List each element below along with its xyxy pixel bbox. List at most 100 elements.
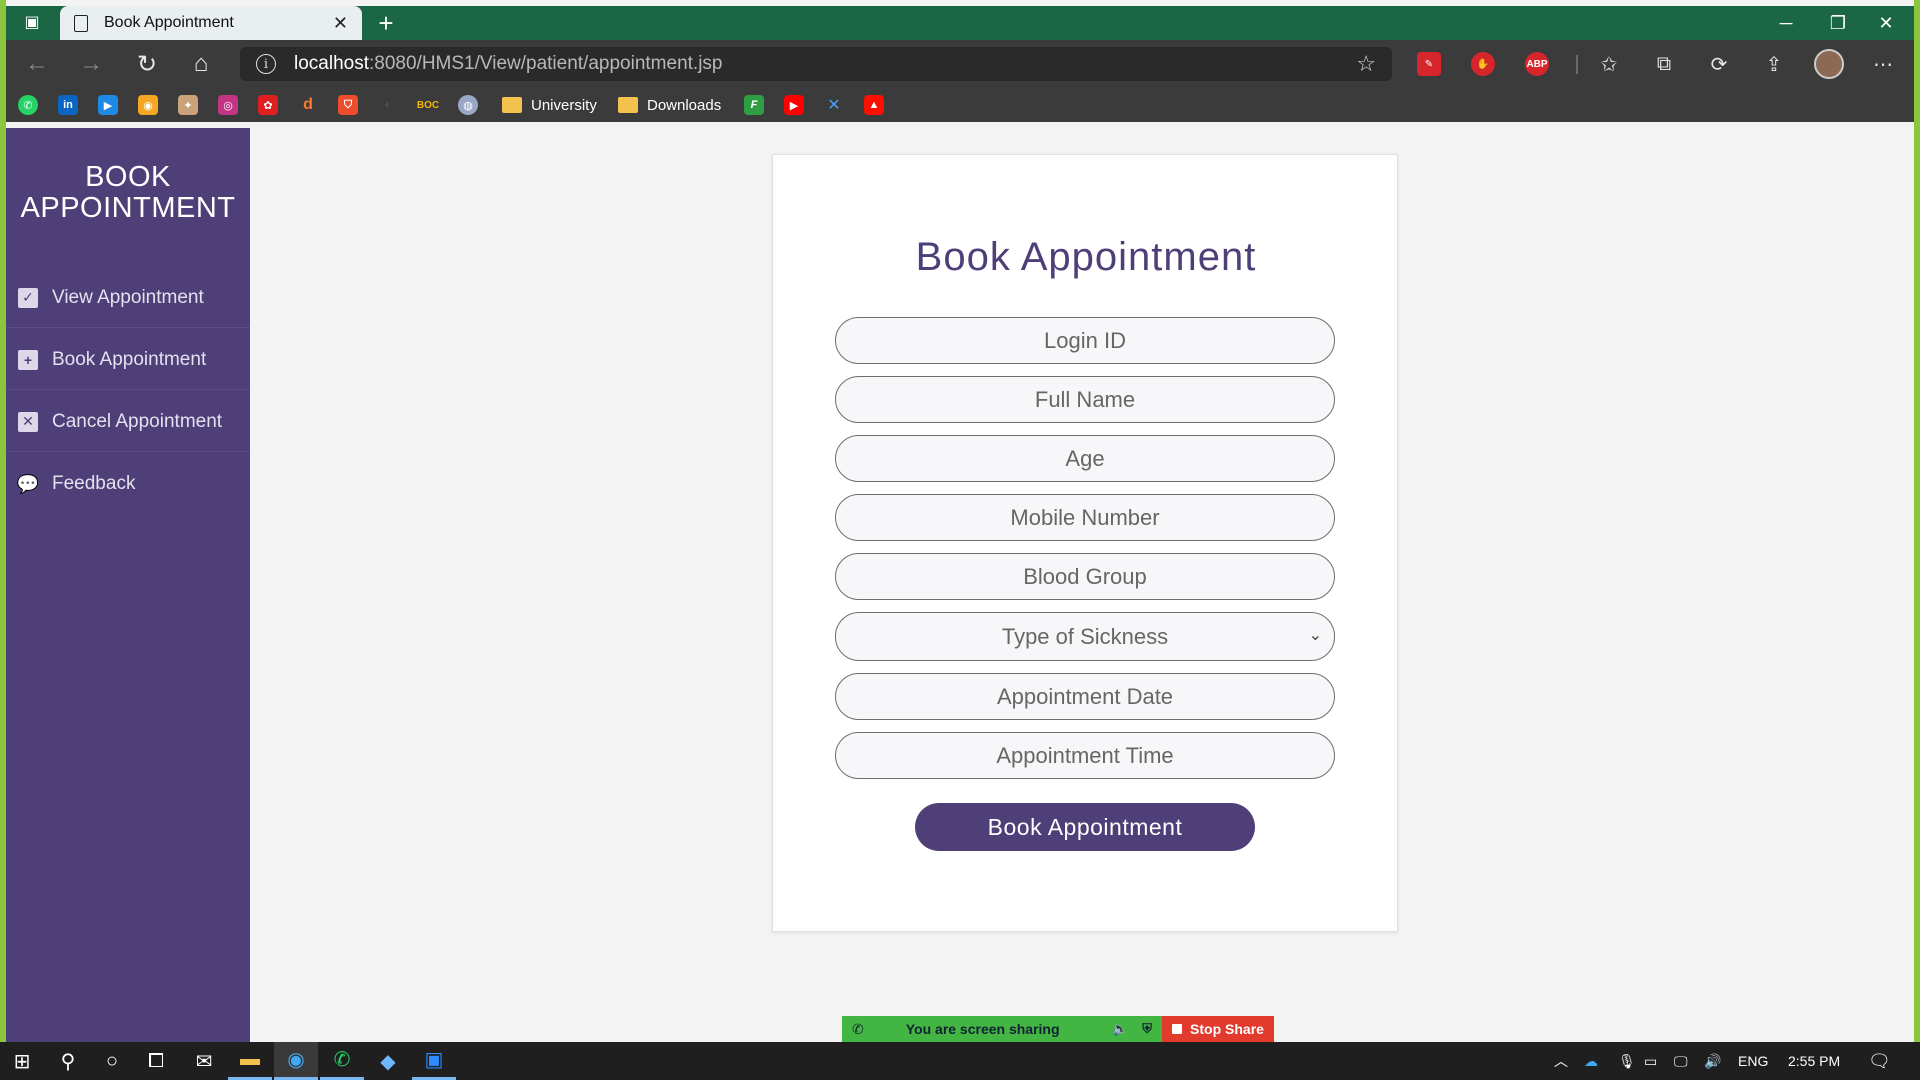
phone-icon: ✆ [852, 1020, 864, 1037]
tray-chevron-up-icon[interactable]: ︿ [1554, 1042, 1568, 1080]
video-bookmark-icon[interactable]: ▶ [98, 93, 118, 117]
youtube-bookmark-icon[interactable]: ▶ [784, 93, 804, 117]
f-bookmark-icon[interactable]: F [744, 93, 764, 117]
shop-bookmark-icon[interactable]: ⛉ [338, 93, 358, 117]
sidebar-item-view-appointment[interactable]: ✓ View Appointment [6, 268, 250, 328]
more-menu-icon[interactable]: ⋯ [1868, 50, 1898, 78]
sidebar-item-book-appointment[interactable]: + Book Appointment [6, 330, 250, 390]
sidebar-item-label: Feedback [52, 473, 136, 494]
blood-group-input[interactable] [835, 553, 1335, 600]
sickness-selected-value: Type of Sickness [1001, 623, 1169, 649]
minimize-button[interactable]: ─ [1758, 6, 1814, 40]
sidebar-item-label: View Appointment [52, 286, 204, 308]
sidebar: BOOK APPOINTMENT ✓ View Appointment + Bo… [6, 128, 250, 1042]
extension-hand-icon[interactable]: ✋ [1468, 50, 1498, 78]
edge-browser-icon[interactable]: ◉ [274, 1042, 318, 1080]
back-button[interactable]: ← [20, 48, 54, 80]
app-icon[interactable]: ✉ [182, 1042, 226, 1080]
windows-start-icon[interactable]: ⊞ [0, 1042, 44, 1080]
appointment-form-card: Book Appointment Type of Sickness ⌄ Book… [772, 154, 1398, 932]
search-icon[interactable]: ⚲ [46, 1042, 90, 1080]
forward-button[interactable]: → [74, 48, 108, 80]
globe-bookmark-icon[interactable]: ◍ [458, 93, 478, 117]
bookmark-downloads[interactable]: Downloads [618, 93, 721, 117]
clock[interactable]: 2:55 PM [1788, 1042, 1840, 1080]
share-status-text: You are screen sharing [905, 1021, 1060, 1037]
tab-book-appointment[interactable]: Book Appointment ✕ [60, 6, 362, 40]
new-tab-button[interactable]: + [371, 6, 401, 40]
adblock-icon[interactable]: ABP [1522, 50, 1552, 78]
battery-icon[interactable]: ▭ [1644, 1042, 1657, 1080]
refresh-button[interactable]: ↻ [130, 48, 164, 80]
stop-icon [1172, 1024, 1183, 1034]
page-icon [74, 14, 88, 32]
mobile-number-input[interactable] [835, 494, 1335, 541]
share-icon[interactable]: ⇪ [1759, 50, 1789, 78]
network-icon[interactable]: 🖵 [1674, 1042, 1688, 1080]
microphone-icon[interactable]: 🎙 [1618, 1042, 1636, 1080]
close-tab-icon[interactable]: ✕ [333, 13, 348, 34]
file-explorer-icon[interactable]: ▬ [228, 1042, 272, 1080]
extension-pen-icon[interactable]: ✎ [1414, 50, 1444, 78]
site-info-icon[interactable]: i [256, 54, 276, 74]
form-title: Book Appointment [915, 235, 1257, 279]
toolbar-divider: | [1574, 52, 1580, 75]
taskbar: ⊞ ⚲ ○ ⧠ ✉ ▬ ◉ ✆ ◆ ▣ ︿ ☁ 🎙 ▭ 🖵 🔊 ENG 2:55… [0, 1042, 1920, 1080]
notification-icon[interactable]: 🗨 [1868, 1042, 1891, 1080]
x-bookmark-icon[interactable]: ✕ [824, 93, 844, 117]
zoom-icon[interactable]: ▣ [412, 1042, 456, 1080]
sickness-type-select[interactable]: Type of Sickness ⌄ [835, 612, 1335, 661]
age-input[interactable] [835, 435, 1335, 482]
full-name-input[interactable] [835, 376, 1335, 423]
art-bookmark-icon[interactable]: ✦ [178, 93, 198, 117]
language-indicator[interactable]: ENG [1738, 1042, 1768, 1080]
bookmark-university[interactable]: University [502, 93, 597, 117]
share-status: ✆ You are screen sharing 🔈 ⛨ [842, 1016, 1162, 1042]
movie-bookmark-icon[interactable]: ◉ [138, 93, 158, 117]
calendar-check-icon: ✓ [18, 287, 38, 308]
profile-avatar[interactable] [1814, 49, 1844, 79]
bookmarks-bar: ✆ in ▶ ◉ ✦ ◎ ✿ d ⛉ ◐ BOC ◍ University Do… [6, 87, 1914, 122]
instagram-bookmark-icon[interactable]: ◎ [218, 93, 238, 117]
huawei-bookmark-icon[interactable]: ✿ [258, 93, 278, 117]
whatsapp-icon[interactable]: ✆ [320, 1042, 364, 1080]
address-bar[interactable]: i localhost :8080/HMS1/View/patient/appo… [240, 47, 1392, 81]
close-box-icon: ✕ [18, 411, 38, 432]
app-cube-icon[interactable]: ◆ [366, 1042, 410, 1080]
brand-line-2: APPOINTMENT [20, 192, 236, 224]
add-favorite-icon[interactable]: ☆ [1356, 51, 1376, 77]
cortana-icon[interactable]: ○ [90, 1042, 134, 1080]
task-view-icon[interactable]: ⧠ [134, 1042, 178, 1080]
speaker-icon[interactable]: 🔈 [1112, 1021, 1128, 1037]
sidebar-item-feedback[interactable]: 💬 Feedback [6, 454, 250, 514]
bookmark-label: University [531, 96, 597, 114]
browser-toolbar: ← → ↻ ⌂ i localhost :8080/HMS1/View/pati… [6, 40, 1914, 87]
boc-bookmark-icon[interactable]: BOC [417, 93, 439, 117]
shield-icon[interactable]: ⛨ [1142, 1021, 1152, 1037]
close-window-button[interactable]: ✕ [1858, 6, 1914, 40]
tab-actions-icon[interactable]: ▣ [20, 10, 44, 34]
browser-essentials-icon[interactable]: ⟳ [1704, 50, 1734, 78]
volume-icon[interactable]: 🔊 [1704, 1042, 1721, 1080]
favorites-icon[interactable]: ✩ [1594, 50, 1624, 78]
calendar-plus-icon: + [18, 349, 38, 370]
d-bookmark-icon[interactable]: d [298, 93, 318, 117]
adobe-bookmark-icon[interactable]: ▲ [864, 93, 884, 117]
sidebar-item-cancel-appointment[interactable]: ✕ Cancel Appointment [6, 392, 250, 452]
sidebar-item-label: Cancel Appointment [52, 410, 223, 432]
tab-bar: ▣ Book Appointment ✕ + ─ ❐ ✕ [6, 6, 1914, 40]
appointment-time-input[interactable] [835, 732, 1335, 779]
login-id-input[interactable] [835, 317, 1335, 364]
appointment-date-input[interactable] [835, 673, 1335, 720]
book-appointment-button[interactable]: Book Appointment [915, 803, 1255, 851]
onedrive-icon[interactable]: ☁ [1584, 1042, 1598, 1080]
stop-share-button[interactable]: Stop Share [1162, 1016, 1274, 1042]
moon-bookmark-icon[interactable]: ◐ [378, 93, 398, 117]
stop-share-label: Stop Share [1190, 1021, 1264, 1037]
sidebar-item-label: Book Appointment [52, 348, 207, 370]
brand-line-1: BOOK [85, 161, 171, 193]
home-button[interactable]: ⌂ [184, 48, 218, 80]
linkedin-bookmark-icon[interactable]: in [58, 93, 78, 117]
collections-icon[interactable]: ⧉ [1649, 50, 1679, 78]
whatsapp-bookmark-icon[interactable]: ✆ [18, 93, 38, 117]
